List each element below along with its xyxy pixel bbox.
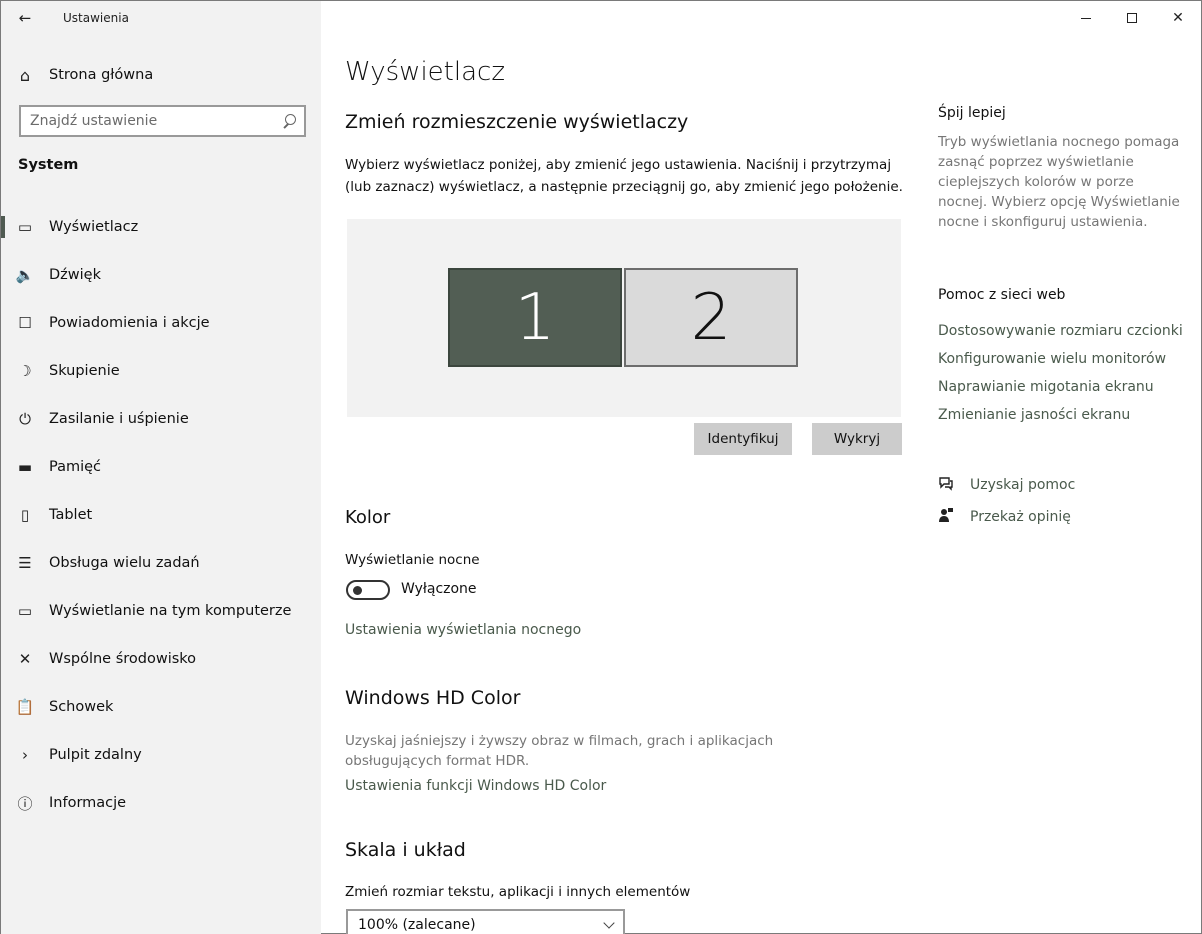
sidebar-item-label: Zasilanie i uśpienie xyxy=(49,411,189,427)
web-help-heading: Pomoc z sieci web xyxy=(938,287,1066,303)
arrange-description: Wybierz wyświetlacz poniżej, aby zmienić… xyxy=(345,157,903,195)
detect-button[interactable]: Wykryj xyxy=(812,423,902,455)
sidebar-item-label: Skupienie xyxy=(49,363,120,379)
search-input[interactable] xyxy=(30,113,260,129)
sidebar-item-power[interactable]: ⏻ Zasilanie i uśpienie xyxy=(1,395,321,443)
night-light-settings-link[interactable]: Ustawienia wyświetlania nocnego xyxy=(345,622,581,638)
window-controls: ✕ xyxy=(1063,1,1201,35)
color-heading: Kolor xyxy=(345,507,391,528)
sidebar-item-label: Schowek xyxy=(49,699,114,715)
sidebar-item-focus[interactable]: ☽ Skupienie xyxy=(1,347,321,395)
help-link-screen-flicker[interactable]: Naprawianie migotania ekranu xyxy=(938,379,1154,395)
monitor-1[interactable]: 1 xyxy=(448,268,622,367)
sidebar-item-remote-desktop[interactable]: › Pulpit zdalny xyxy=(1,731,321,779)
close-button[interactable]: ✕ xyxy=(1155,1,1201,35)
search-box[interactable] xyxy=(19,105,306,137)
sidebar-item-clipboard[interactable]: 📋 Schowek xyxy=(1,683,321,731)
app-title: Ustawienia xyxy=(63,11,129,25)
sidebar-item-label: Pulpit zdalny xyxy=(49,747,142,763)
toggle-knob xyxy=(353,586,362,595)
scale-label: Zmień rozmiar tekstu, aplikacji i innych… xyxy=(345,884,691,900)
sidebar-item-about[interactable]: ⓘ Informacje xyxy=(1,779,321,827)
sidebar-item-shared-experiences[interactable]: ✕ Wspólne środowisko xyxy=(1,635,321,683)
multitasking-icon: ☰ xyxy=(18,554,32,572)
back-button[interactable]: ← xyxy=(1,1,49,35)
monitor-2[interactable]: 2 xyxy=(624,268,798,367)
help-link-multiple-monitors[interactable]: Konfigurowanie wielu monitorów xyxy=(938,351,1166,367)
sidebar-item-multitasking[interactable]: ☰ Obsługa wielu zadań xyxy=(1,539,321,587)
storage-icon: ▬ xyxy=(17,458,33,476)
maximize-button[interactable] xyxy=(1109,1,1155,35)
chevron-down-icon xyxy=(603,916,615,929)
hd-color-settings-link[interactable]: Ustawienia funkcji Windows HD Color xyxy=(345,778,606,794)
sidebar-item-label: Pamięć xyxy=(49,459,102,475)
sidebar: ← Ustawienia ⌂ Strona główna System ▭ Wy… xyxy=(1,1,321,934)
sleep-better-heading: Śpij lepiej xyxy=(938,105,1006,121)
tablet-icon: ▯ xyxy=(20,506,30,524)
sidebar-item-label: Wyświetlanie na tym komputerze xyxy=(49,603,292,619)
feedback-link[interactable]: Przekaż opinię xyxy=(938,507,1071,527)
get-help-label: Uzyskaj pomoc xyxy=(970,477,1076,493)
moon-icon: ☽ xyxy=(18,362,32,380)
sidebar-item-label: Tablet xyxy=(49,507,93,523)
shared-icon: ✕ xyxy=(18,650,32,668)
sleep-better-description: Tryb wyświetlania nocnego pomaga zasnąć … xyxy=(938,134,1180,230)
scale-heading: Skala i układ xyxy=(345,839,466,861)
sidebar-item-notifications[interactable]: ☐ Powiadomienia i akcje xyxy=(1,299,321,347)
sidebar-item-storage[interactable]: ▬ Pamięć xyxy=(1,443,321,491)
night-light-toggle[interactable] xyxy=(346,580,390,600)
scale-value: 100% (zalecane) xyxy=(358,917,476,933)
help-link-font-size[interactable]: Dostosowywanie rozmiaru czcionki xyxy=(938,323,1183,339)
info-icon: ⓘ xyxy=(17,794,33,813)
power-icon: ⏻ xyxy=(19,410,31,428)
display-arrangement-area: 1 2 xyxy=(347,219,901,417)
search-icon[interactable] xyxy=(282,114,296,128)
sidebar-item-label: Wyświetlacz xyxy=(49,219,139,235)
sidebar-item-label: Informacje xyxy=(49,795,127,811)
sidebar-item-label: Obsługa wielu zadań xyxy=(49,555,200,571)
night-light-label: Wyświetlanie nocne xyxy=(345,552,480,568)
clipboard-icon: 📋 xyxy=(15,698,35,716)
sidebar-item-display[interactable]: ▭ Wyświetlacz xyxy=(1,203,321,251)
sidebar-item-label: Dźwięk xyxy=(49,267,101,283)
hd-color-heading: Windows HD Color xyxy=(345,687,521,709)
sidebar-item-label: Wspólne środowisko xyxy=(49,651,197,667)
speaker-icon: 🔈 xyxy=(15,266,35,284)
help-link-brightness[interactable]: Zmienianie jasności ekranu xyxy=(938,407,1130,423)
hd-color-description: Uzyskaj jaśniejszy i żywszy obraz w film… xyxy=(345,733,774,769)
sidebar-nav: ▭ Wyświetlacz 🔈 Dźwięk ☐ Powiadomienia i… xyxy=(1,203,321,827)
sidebar-item-sound[interactable]: 🔈 Dźwięk xyxy=(1,251,321,299)
home-label: Strona główna xyxy=(49,67,154,83)
feedback-icon xyxy=(938,507,970,527)
sidebar-item-projecting[interactable]: ▭ Wyświetlanie na tym komputerze xyxy=(1,587,321,635)
back-arrow-icon: ← xyxy=(18,9,32,27)
page-title: Wyświetlacz xyxy=(345,57,505,87)
remote-desktop-icon: › xyxy=(22,746,28,764)
scale-dropdown[interactable]: 100% (zalecane) xyxy=(346,909,625,934)
chat-help-icon xyxy=(938,475,970,495)
maximize-icon xyxy=(1127,13,1137,23)
projector-icon: ▭ xyxy=(17,602,33,620)
sidebar-item-label: Powiadomienia i akcje xyxy=(49,315,210,331)
close-icon: ✕ xyxy=(1172,10,1184,26)
identify-button[interactable]: Identyfikuj xyxy=(694,423,792,455)
monitor-icon: ▭ xyxy=(17,218,33,236)
sidebar-item-tablet[interactable]: ▯ Tablet xyxy=(1,491,321,539)
titlebar-left: ← Ustawienia xyxy=(1,1,321,35)
minimize-button[interactable] xyxy=(1063,1,1109,35)
home-link[interactable]: ⌂ Strona główna xyxy=(1,57,321,93)
minimize-icon xyxy=(1081,17,1091,19)
home-icon: ⌂ xyxy=(19,65,31,85)
night-light-state: Wyłączone xyxy=(401,581,477,597)
arrange-heading: Zmień rozmieszczenie wyświetlaczy xyxy=(345,111,689,133)
section-label: System xyxy=(18,157,79,173)
feedback-label: Przekaż opinię xyxy=(970,509,1071,525)
get-help-link[interactable]: Uzyskaj pomoc xyxy=(938,475,1075,495)
notification-icon: ☐ xyxy=(18,314,32,332)
